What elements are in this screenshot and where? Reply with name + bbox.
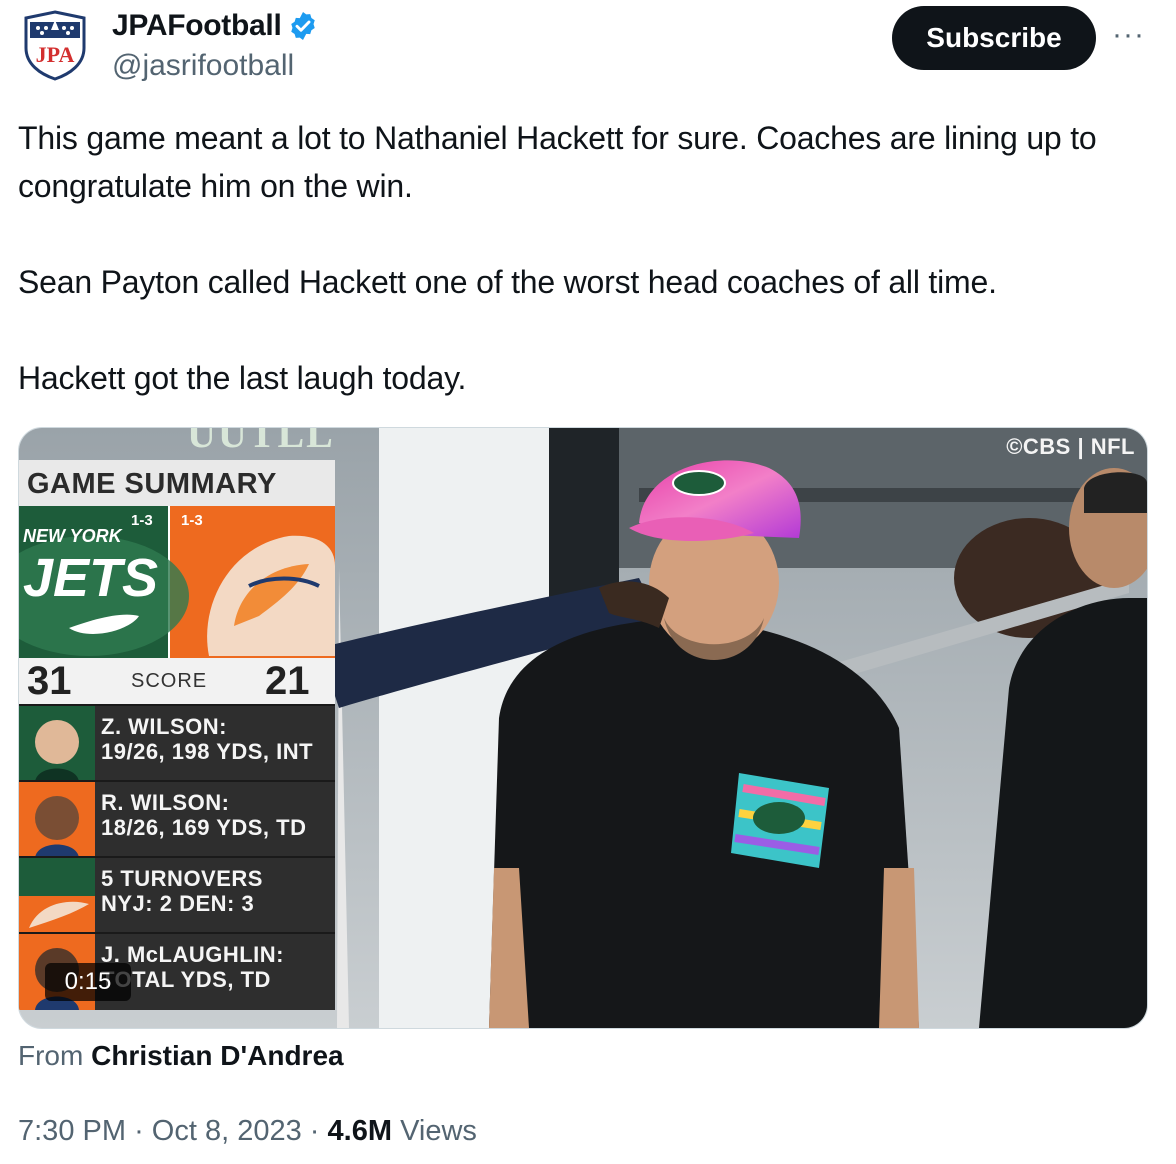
overlay-ghost-text: UUTLL (187, 427, 335, 456)
avatar[interactable]: JPA (18, 8, 92, 82)
tweet-meta: 7:30 PM · Oct 8, 2023 · 4.6M Views (18, 1115, 477, 1148)
media-attribution: From Christian D'Andrea (18, 1040, 344, 1072)
team-logos-image: NEW YORK JETS (19, 506, 335, 658)
meta-separator: · (309, 1115, 320, 1147)
svg-text:NEW YORK: NEW YORK (23, 526, 124, 546)
game-summary-title: GAME SUMMARY (19, 460, 335, 506)
tweet-paragraph: Sean Payton called Hackett one of the wo… (18, 264, 997, 300)
tweet-paragraph: Hackett got the last laugh today. (18, 360, 467, 396)
player-thumbnail (19, 706, 95, 782)
jpa-shield-logo-icon: JPA (24, 10, 86, 81)
svg-text:JETS: JETS (23, 548, 158, 608)
stat-row: R. WILSON: 18/26, 169 YDS, TD (19, 780, 335, 858)
author-display-name[interactable]: JPAFootball (112, 8, 282, 44)
stat-line: Z. WILSON: (101, 714, 227, 739)
meta-separator: · (134, 1115, 144, 1147)
author-name-row[interactable]: JPAFootball (112, 8, 319, 44)
score-label: SCORE (131, 670, 208, 692)
tweet-author: JPAFootball @jasrifootball (112, 8, 319, 86)
tweet-paragraph: This game meant a lot to Nathaniel Hacke… (18, 120, 1097, 204)
stat-row: Z. WILSON: 19/26, 198 YDS, INT (19, 704, 335, 782)
home-record: 1-3 (131, 512, 153, 529)
home-score: 31 (27, 659, 72, 703)
broadcast-watermark: ©CBS | NFL (1006, 434, 1135, 459)
more-options-icon[interactable]: ··· (1112, 18, 1145, 52)
video-player[interactable]: UUTLL GAME SUMMARY NEW YORK JETS 1-3 1-3… (18, 427, 1148, 1029)
away-record: 1-3 (181, 512, 203, 529)
stat-line: R. WILSON: (101, 790, 230, 815)
views-count: 4.6M (327, 1115, 393, 1147)
game-summary-overlay: UUTLL GAME SUMMARY NEW YORK JETS 1-3 1-3… (19, 427, 337, 1010)
team-logos: NEW YORK JETS 1-3 1-3 (19, 506, 335, 658)
stat-line: NYJ: 2 DEN: 3 (101, 891, 255, 916)
score-row: 31 SCORE 21 (19, 658, 335, 704)
tweet-date[interactable]: Oct 8, 2023 (152, 1115, 302, 1147)
stat-line: 5 TURNOVERS (101, 866, 263, 891)
tweet-time[interactable]: 7:30 PM (18, 1115, 126, 1147)
stat-row: 5 TURNOVERS NYJ: 2 DEN: 3 (19, 856, 335, 934)
attribution-name[interactable]: Christian D'Andrea (91, 1040, 343, 1071)
author-handle[interactable]: @jasrifootball (112, 46, 319, 86)
verified-badge-icon (291, 12, 316, 40)
attribution-prefix: From (18, 1040, 84, 1071)
player-thumbnail (19, 782, 95, 858)
team-logos-thumbnail (19, 858, 95, 934)
away-score: 21 (265, 659, 310, 703)
views-label: Views (400, 1115, 477, 1147)
subscribe-button[interactable]: Subscribe (892, 6, 1096, 70)
tweet-text: This game meant a lot to Nathaniel Hacke… (18, 114, 1148, 402)
svg-text:JPA: JPA (36, 42, 75, 67)
stat-line: 18/26, 169 YDS, TD (101, 815, 307, 840)
stat-line: 19/26, 198 YDS, INT (101, 739, 314, 764)
video-duration-badge: 0:15 (45, 963, 131, 1001)
